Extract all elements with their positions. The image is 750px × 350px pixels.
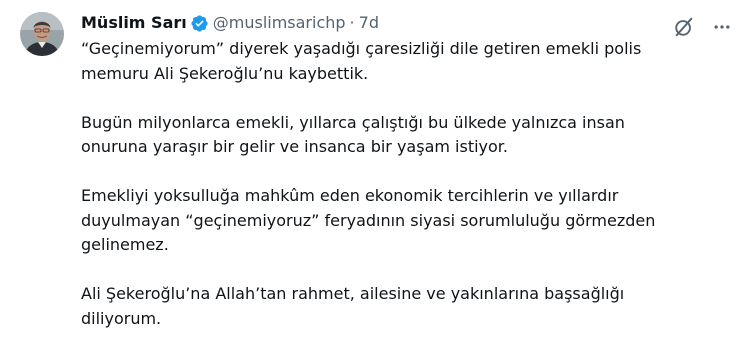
tweet-paragraph-1: “Geçinemiyorum” diyerek yaşadığı çaresiz… (81, 39, 642, 83)
grok-icon (675, 17, 693, 37)
header-actions (672, 12, 734, 42)
tweet-text: “Geçinemiyorum” diyerek yaşadığı çaresiz… (81, 37, 734, 331)
tweet[interactable]: Müslim Sarı @muslimsarichp · 7d “Geçinem… (0, 0, 750, 350)
separator-dot: · (349, 13, 355, 32)
tweet-paragraph-4: Ali Şekeroğlu’na Allah’tan rahmet, ailes… (81, 284, 625, 328)
tweet-content: Müslim Sarı @muslimsarichp · 7d “Geçinem… (81, 12, 734, 331)
author-name[interactable]: Müslim Sarı (81, 12, 187, 34)
tweet-paragraph-3: Emekliyi yoksulluğa mahkûm eden ekonomik… (81, 186, 656, 254)
more-button[interactable] (710, 15, 734, 39)
tweet-paragraph-2: Bugün milyonlarca emekli, yıllarca çalış… (81, 112, 625, 157)
avatar[interactable] (20, 12, 64, 56)
avatar-image (20, 12, 64, 56)
verified-badge-icon (190, 14, 209, 33)
tweet-header: Müslim Sarı @muslimsarichp · 7d (81, 12, 734, 34)
more-icon (714, 25, 730, 29)
author-handle[interactable]: @muslimsarichp (213, 12, 346, 34)
grok-button[interactable] (672, 15, 696, 39)
timestamp[interactable]: 7d (359, 12, 379, 34)
